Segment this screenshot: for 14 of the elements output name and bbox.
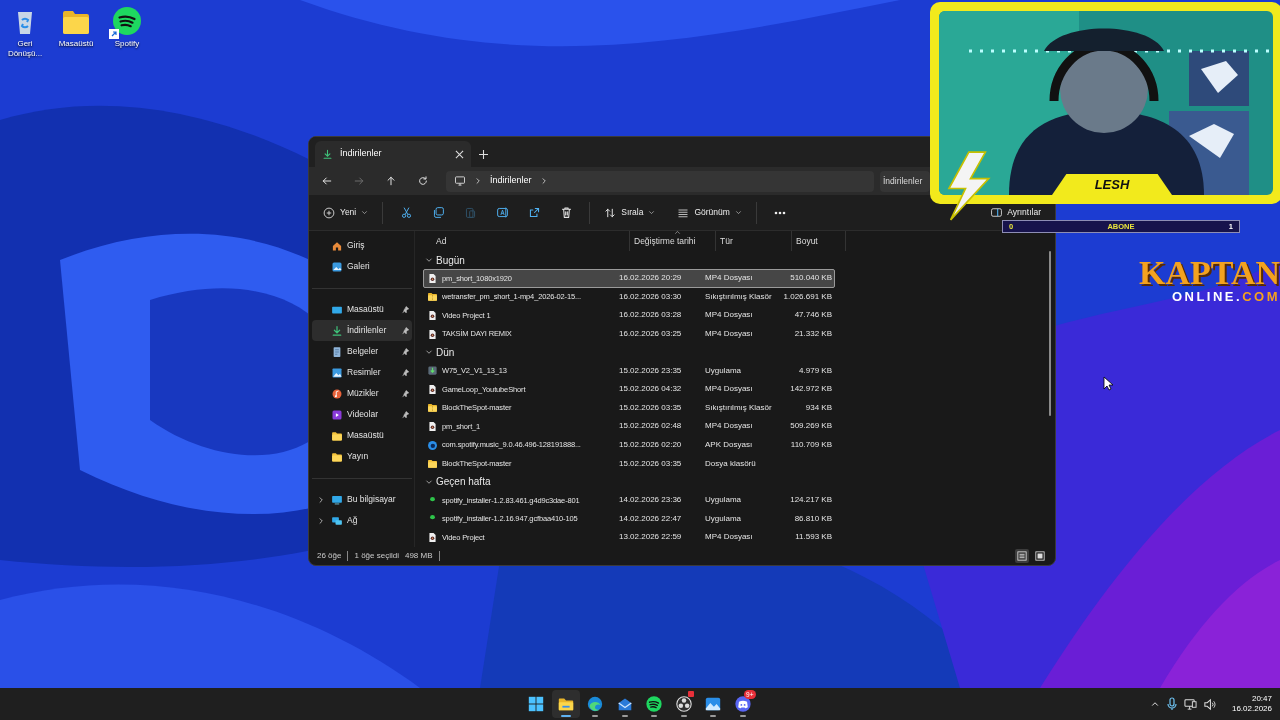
chevron-up-icon[interactable] <box>1149 699 1160 709</box>
taskbar-app-button[interactable] <box>551 690 580 718</box>
clock-date: 16.02.2026 <box>1231 704 1272 715</box>
clock[interactable]: 20:47 16.02.2026 <box>1231 693 1272 715</box>
clock-time: 20:47 <box>1251 693 1272 704</box>
volume-icon[interactable] <box>1202 697 1216 711</box>
windows-logo-icon <box>527 695 545 713</box>
edge-icon <box>586 695 604 713</box>
network-icon[interactable] <box>1183 697 1197 711</box>
record-app-icon <box>674 695 693 713</box>
photos-icon <box>704 695 722 713</box>
spotify-icon <box>645 695 663 713</box>
chat-app-icon <box>733 695 752 713</box>
microphone-icon[interactable] <box>1165 697 1178 711</box>
